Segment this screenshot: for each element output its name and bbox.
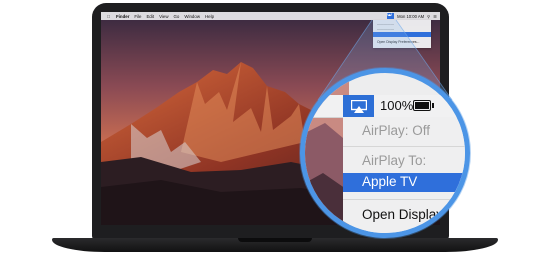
zoom-cone [317,19,453,101]
magnifier-lens: 100% AirPlay: Off AirPlay To: Apple TV O… [300,68,470,238]
battery-icon-tip [432,103,434,108]
menu-separator [343,146,465,147]
battery-percentage: 100% [380,98,414,113]
airplay-status: AirPlay: Off [362,123,431,138]
airplay-menu: AirPlay: Off AirPlay To: Apple TV Open D… [343,117,465,233]
apple-tv-label[interactable]: Apple TV [362,174,417,189]
airplay-icon[interactable] [343,95,374,117]
battery-icon[interactable] [413,100,431,111]
magnified-menu-bar: 100% [305,95,465,118]
open-display-preferences[interactable]: Open Display Preferences... [362,207,465,222]
menu-separator [343,199,465,200]
airplay-to-heading: AirPlay To: [362,153,427,168]
